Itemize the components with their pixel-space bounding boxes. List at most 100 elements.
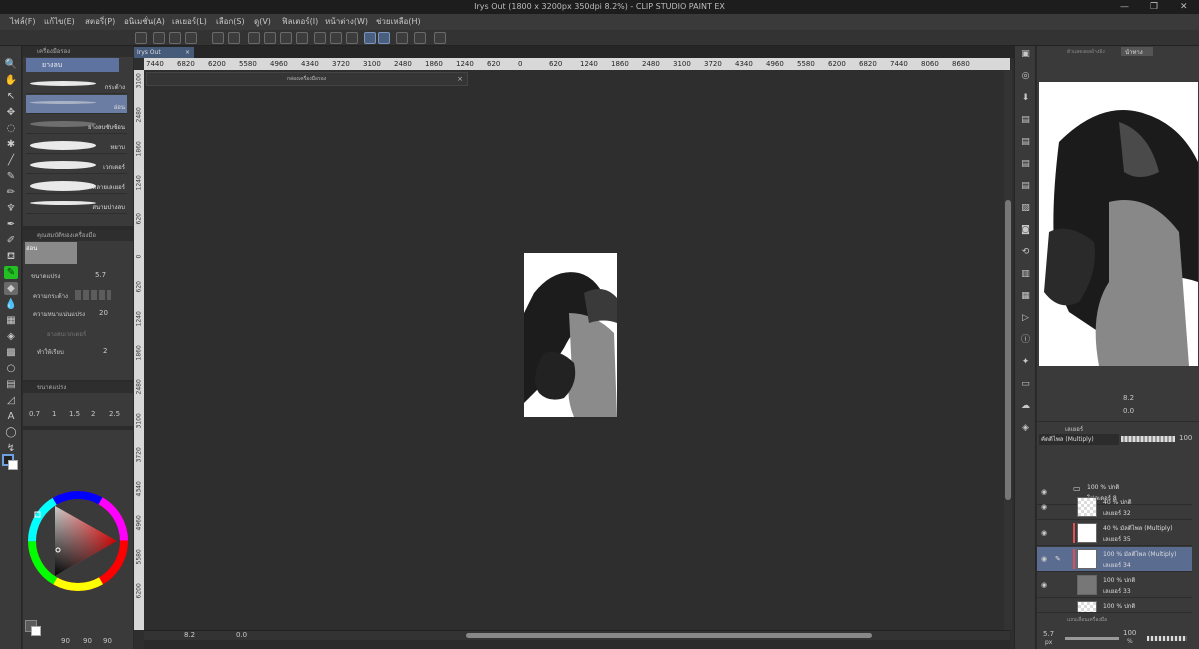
aa-value[interactable]: 2 xyxy=(103,347,107,355)
zoom-icon[interactable]: 🔍 xyxy=(4,58,18,71)
menu-animation[interactable]: อนิเมชั่น(A) xyxy=(124,14,165,30)
snap-ruler-icon[interactable] xyxy=(330,32,342,44)
redo-icon[interactable] xyxy=(228,32,240,44)
snap-grid-icon[interactable] xyxy=(346,32,358,44)
balloon-icon[interactable]: ◯ xyxy=(4,426,18,439)
stabilize2-icon[interactable] xyxy=(378,32,390,44)
rotation-value[interactable]: 0.0 xyxy=(236,631,247,639)
brush-snap[interactable]: สนามปางลบ xyxy=(26,195,127,214)
save-icon[interactable] xyxy=(185,32,197,44)
close-button[interactable]: ✕ xyxy=(1180,0,1188,14)
history-icon[interactable]: ⟲ xyxy=(1019,246,1032,259)
eraser-group-tab[interactable]: ยางลบ xyxy=(26,58,119,72)
menu-view[interactable]: ดู(V) xyxy=(254,14,271,30)
color-wheel[interactable] xyxy=(25,488,131,594)
undo-icon[interactable] xyxy=(212,32,224,44)
brush-icon-2[interactable]: ✦ xyxy=(1019,356,1032,369)
decoration-icon[interactable]: ✐ xyxy=(4,234,18,247)
close-icon[interactable]: × xyxy=(457,73,463,85)
layers-stack-icon[interactable]: ◈ xyxy=(1019,422,1032,435)
horizontal-scrollbar[interactable] xyxy=(144,630,1010,640)
snap-icon[interactable] xyxy=(314,32,326,44)
crop-icon[interactable] xyxy=(264,32,276,44)
layer-row[interactable]: ◉ 40 % ปกติ เลเยอร์ 32 xyxy=(1037,495,1192,520)
tab-reference[interactable]: ตัวแสดงผลอ้างอิง xyxy=(1067,48,1105,56)
eye-icon[interactable]: ◉ xyxy=(1041,529,1047,537)
aa-row[interactable]: ทำให้เรียบ 2 xyxy=(25,344,129,360)
pen-icon[interactable]: ✎ xyxy=(4,170,18,183)
hand-icon[interactable]: ✋ xyxy=(4,74,18,87)
size-preset[interactable]: 1 xyxy=(52,410,56,418)
size-preset[interactable]: 2 xyxy=(91,410,95,418)
maximize-button[interactable]: ❐ xyxy=(1150,0,1158,14)
operation-icon[interactable]: ↖ xyxy=(4,90,18,103)
figure-icon[interactable]: ○ xyxy=(4,362,18,375)
vertical-scrollbar[interactable] xyxy=(1004,70,1012,630)
import-icon[interactable]: ⬇ xyxy=(1019,92,1032,105)
brush-size-row[interactable]: ขนาดแปรง 5.7 xyxy=(25,268,129,284)
search-icon[interactable]: ◎ xyxy=(1019,70,1032,83)
frame-icon-2[interactable]: ▭ xyxy=(1019,378,1032,391)
clear-selection-icon[interactable] xyxy=(248,32,260,44)
help-icon[interactable] xyxy=(434,32,446,44)
property-icon[interactable]: ▦ xyxy=(1019,290,1032,303)
menu-story[interactable]: สตอรี่(P) xyxy=(85,14,115,30)
vector-row[interactable]: ยางลบเวกเตอร์ xyxy=(25,326,129,342)
nav-rotation[interactable]: 0.0 xyxy=(1123,407,1134,415)
layer-row[interactable]: ◉ 40 % มัลติไพล (Multiply) เลเยอร์ 35 xyxy=(1037,521,1192,546)
eraser-icon[interactable]: ◆ xyxy=(4,282,18,295)
blend-mode-select[interactable]: คัดติไพล (Multiply) xyxy=(1039,434,1119,445)
close-tab-icon[interactable]: × xyxy=(185,47,190,58)
sub-color-icon[interactable] xyxy=(8,460,18,470)
camera-icon[interactable]: ◙ xyxy=(1019,224,1032,237)
material-icon[interactable]: ▤ xyxy=(1019,114,1032,127)
fill-icon-2[interactable]: ◈ xyxy=(4,330,18,343)
frame-icon[interactable]: ▤ xyxy=(4,378,18,391)
auto-action-icon[interactable]: ▷ xyxy=(1019,312,1032,325)
eye-icon[interactable]: ◉ xyxy=(1041,503,1047,511)
image-icon[interactable]: ▨ xyxy=(1019,202,1032,215)
menu-edit[interactable]: แก้ไข(E) xyxy=(44,14,75,30)
hardness-slider[interactable] xyxy=(75,290,111,300)
size-slider[interactable] xyxy=(1065,637,1119,640)
airbrush-icon[interactable]: ✒ xyxy=(4,218,18,231)
opacity-slider-2[interactable] xyxy=(1147,636,1187,641)
opacity-value[interactable]: 100 xyxy=(1179,434,1192,442)
brush-complex[interactable]: ยางลบซับซ้อน xyxy=(26,115,127,134)
size-preset[interactable]: 2.5 xyxy=(109,410,120,418)
brush-hard[interactable]: กระด้าง xyxy=(26,75,127,94)
eye-icon[interactable]: ◉ xyxy=(1041,581,1047,589)
ruler-icon[interactable]: ◿ xyxy=(4,394,18,407)
brush-soft[interactable]: อ่อน xyxy=(26,95,127,114)
menu-filter[interactable]: ฟิลเตอร์(I) xyxy=(282,14,318,30)
color-swatch-sub[interactable] xyxy=(31,626,41,636)
info-icon[interactable]: ⓘ xyxy=(1019,334,1032,347)
density-value[interactable]: 20 xyxy=(99,309,108,317)
navigator-preview[interactable] xyxy=(1039,82,1198,366)
menu-select[interactable]: เลือก(S) xyxy=(216,14,245,30)
menu-layer[interactable]: เลเยอร์(L) xyxy=(172,14,207,30)
eye-icon[interactable]: ◉ xyxy=(1041,555,1047,563)
magic-wand-icon[interactable]: ✱ xyxy=(4,138,18,151)
brush-vector[interactable]: เวกเตอร์ xyxy=(26,155,127,174)
material-icon-4[interactable]: ▤ xyxy=(1019,180,1032,193)
move-icon[interactable]: ✥ xyxy=(4,106,18,119)
layer-row[interactable]: 100 % ปกติ xyxy=(1037,599,1192,613)
open-icon[interactable] xyxy=(169,32,181,44)
pen-setting-icon[interactable] xyxy=(396,32,408,44)
material-icon-2[interactable]: ▤ xyxy=(1019,136,1032,149)
menu-window[interactable]: หน้าต่าง(W) xyxy=(325,14,368,30)
tab-navigator[interactable]: นำทาง xyxy=(1121,47,1153,56)
cloud-icon[interactable]: ☁ xyxy=(1019,400,1032,413)
new-file-icon[interactable] xyxy=(153,32,165,44)
navigator-icon[interactable]: ▣ xyxy=(1019,48,1032,61)
mini-window[interactable]: กล่องเครื่องมือรอง × xyxy=(146,72,468,86)
size-preset[interactable]: 1.5 xyxy=(69,410,80,418)
new-icon[interactable] xyxy=(135,32,147,44)
size-preset[interactable]: 0.7 xyxy=(29,410,40,418)
minimize-button[interactable]: — xyxy=(1120,0,1129,14)
preset-thumbnail[interactable]: อ่อน xyxy=(25,242,77,264)
layer-row-selected[interactable]: ◉ ✎ 100 % มัลติไพล (Multiply) เลเยอร์ 34 xyxy=(1037,547,1192,572)
layer-icon[interactable]: ▥ xyxy=(1019,268,1032,281)
lasso-icon[interactable]: ◌ xyxy=(4,122,18,135)
